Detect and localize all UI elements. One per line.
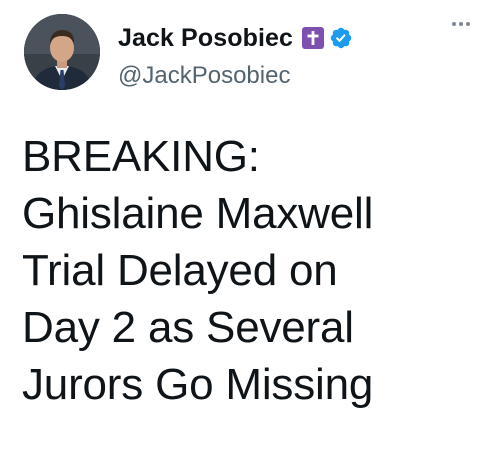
- author-names: Jack Posobiec @JackPosobiec: [118, 22, 458, 90]
- verified-badge-icon: [330, 27, 352, 49]
- tweet-text-line: Trial Delayed on: [22, 246, 338, 295]
- tweet-text-line: Day 2 as Several: [22, 303, 354, 352]
- name-row: Jack Posobiec: [118, 22, 458, 54]
- avatar-photo: [24, 14, 100, 90]
- user-handle[interactable]: @JackPosobiec: [118, 62, 458, 90]
- tweet-text: BREAKING: Ghislaine Maxwell Trial Delaye…: [22, 128, 492, 413]
- tweet-card[interactable]: Jack Posobiec @JackPosobiec BREAKING: Gh…: [0, 0, 500, 470]
- display-name[interactable]: Jack Posobiec: [118, 24, 293, 53]
- avatar[interactable]: [24, 14, 100, 90]
- tweet-text-line: Ghislaine Maxwell: [22, 189, 374, 238]
- tweet-text-line: BREAKING:: [22, 132, 260, 181]
- tweet-header: Jack Posobiec @JackPosobiec: [24, 14, 484, 100]
- tweet-text-line: Jurors Go Missing: [22, 360, 374, 409]
- cross-icon: [302, 27, 325, 49]
- more-options-icon[interactable]: [446, 16, 476, 32]
